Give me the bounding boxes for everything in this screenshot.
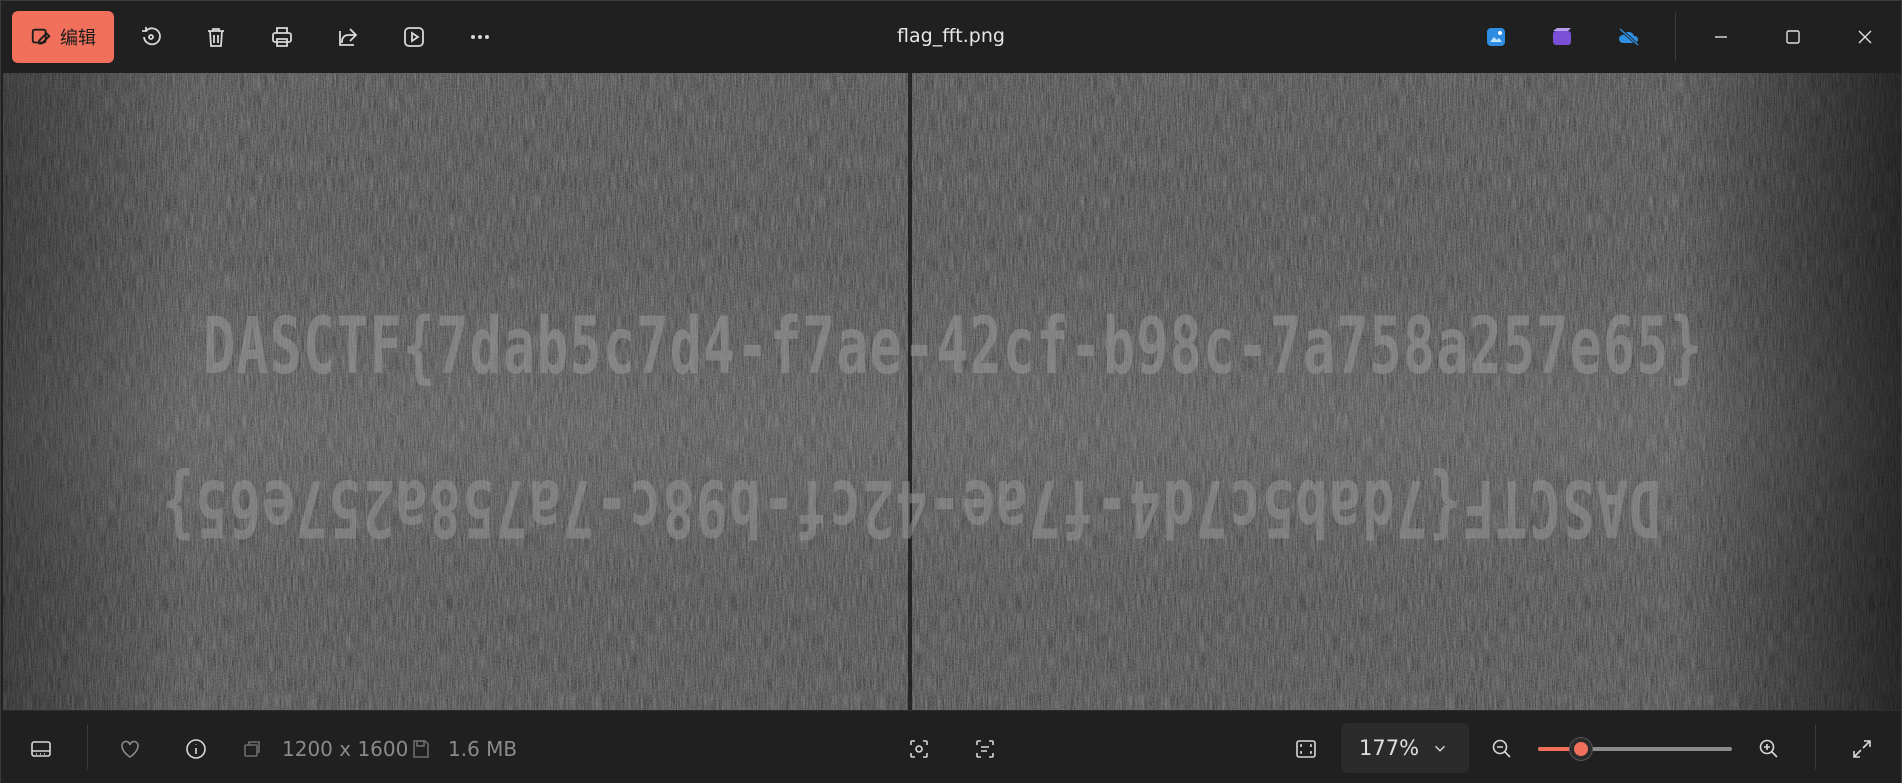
fullscreen-icon[interactable] [1846, 733, 1878, 765]
edit-button-label: 编辑 [60, 28, 96, 49]
status-bar: 1200 x 1600 1.6 MB 177% [1, 710, 1901, 783]
zoom-dropdown[interactable]: 177% [1341, 723, 1469, 773]
onedrive-offline-icon[interactable] [1611, 19, 1647, 55]
title-bar: 编辑 flag_fft.png [1, 1, 1901, 73]
flag-text-line1: DASCTF{7dab5c7d4-f7ae-42cf-b98c-7a758a25… [203, 302, 1703, 392]
zoom-slider-thumb[interactable] [1568, 737, 1593, 761]
close-icon[interactable] [1842, 15, 1888, 59]
edit-button[interactable]: 编辑 [12, 11, 114, 63]
statusbar-divider-right [1815, 725, 1816, 769]
text-scan-icon[interactable] [969, 733, 1001, 765]
more-icon[interactable] [462, 19, 498, 55]
file-size-icon [409, 733, 433, 765]
minimize-icon[interactable] [1698, 15, 1744, 59]
photos-window: 编辑 flag_fft.png DASCTF{7dab5c7d4-f7ae-42… [0, 0, 1902, 783]
filmstrip-icon[interactable] [25, 733, 57, 765]
zoom-slider[interactable] [1538, 737, 1732, 761]
fft-image: DASCTF{7dab5c7d4-f7ae-42cf-b98c-7a758a25… [3, 73, 1901, 710]
maximize-icon[interactable] [1770, 15, 1816, 59]
zoom-in-icon[interactable] [1753, 733, 1785, 765]
photo-editor-icon[interactable] [1478, 19, 1514, 55]
chevron-down-icon [1434, 745, 1446, 752]
favorite-icon[interactable] [114, 733, 146, 765]
info-icon[interactable] [180, 733, 212, 765]
image-dimensions: 1200 x 1600 [282, 737, 409, 761]
file-size: 1.6 MB [448, 737, 518, 761]
delete-icon[interactable] [198, 19, 234, 55]
statusbar-divider [87, 725, 88, 769]
dimensions-icon [240, 733, 264, 765]
fit-to-window-icon[interactable] [1290, 733, 1322, 765]
rotate-icon[interactable] [133, 19, 169, 55]
print-icon[interactable] [264, 19, 300, 55]
titlebar-divider [1675, 13, 1676, 61]
clipchamp-icon[interactable] [1544, 19, 1580, 55]
zoom-value: 177% [1359, 736, 1420, 760]
edit-image-icon [31, 28, 51, 45]
flag-text-line2: DASCTF{7dab5c7d4-f7ae-42cf-b98c-7a758a25… [161, 462, 1661, 552]
visual-search-icon[interactable] [903, 733, 935, 765]
image-viewport[interactable]: DASCTF{7dab5c7d4-f7ae-42cf-b98c-7a758a25… [3, 73, 1901, 710]
zoom-out-icon[interactable] [1486, 733, 1518, 765]
slideshow-icon[interactable] [396, 19, 432, 55]
share-icon[interactable] [330, 19, 366, 55]
